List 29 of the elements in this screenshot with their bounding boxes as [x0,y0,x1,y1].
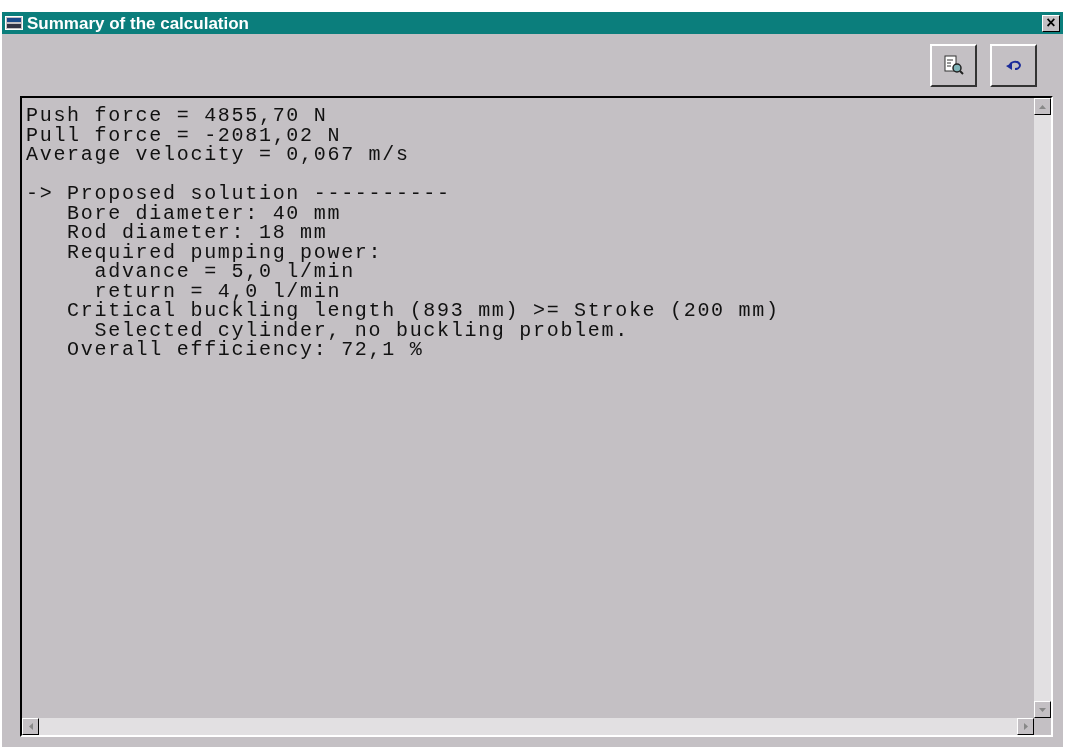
scroll-left-button[interactable] [22,718,39,735]
report-line: Bore diameter: 40 mm [66,203,342,223]
report-line: Push force = 4855,70 N [26,106,328,126]
print-preview-button[interactable] [930,43,977,87]
down-arrow-icon [1039,707,1046,712]
report-line: Pull force = -2081,02 N [26,125,342,145]
undo-button[interactable] [990,43,1037,87]
report-line: Rod diameter: 18 mm [66,223,328,243]
window-title: Summary of the calculation [27,14,249,32]
report-line: Selected cylinder, no buckling problem. [94,320,629,340]
up-arrow-icon [1039,104,1046,109]
report-line: -> Proposed solution ---------- [26,184,451,204]
vertical-scrollbar[interactable] [1034,98,1051,718]
report-line: Required pumping power: [66,242,383,262]
left-arrow-icon [28,723,33,730]
document-magnifier-icon [943,55,964,75]
report-line: return = 4,0 l/min [94,281,342,301]
scroll-up-button[interactable] [1034,98,1051,115]
undo-arrow-icon [1004,58,1023,72]
horizontal-scrollbar[interactable] [22,718,1034,735]
scroll-down-button[interactable] [1034,701,1051,718]
report-line: Critical buckling length (893 mm) >= Stroke (200 mm) [66,301,780,321]
report-line: Overall efficiency: 72,1 % [66,340,424,360]
report-line: advance = 5,0 l/min [94,262,355,282]
scroll-right-button[interactable] [1017,718,1034,735]
calculator-icon [5,16,23,30]
close-button[interactable]: × [1042,14,1060,32]
report-line: Average velocity = 0,067 m/s [26,145,410,165]
right-arrow-icon [1023,723,1028,730]
